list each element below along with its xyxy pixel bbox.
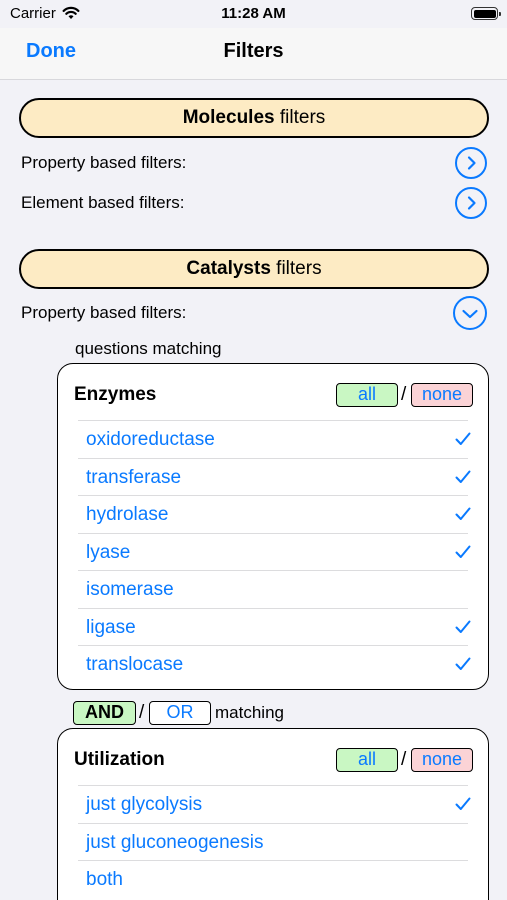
filters-content: Molecules filters Property based filters… <box>0 81 507 900</box>
enzymes-option-label: oxidoreductase <box>86 429 215 450</box>
checkmark-icon <box>455 620 471 633</box>
utilization-option-list: just glycolysis just gluconeogenesis both <box>78 785 471 898</box>
checkmark-icon <box>455 797 471 810</box>
enzymes-title: Enzymes <box>74 384 157 405</box>
utilization-option-label: just gluconeogenesis <box>86 831 264 853</box>
checkmark-icon <box>455 432 471 445</box>
utilization-option-row[interactable]: just glycolysis <box>78 785 471 823</box>
molecules-header-bold: Molecules <box>182 107 275 128</box>
catalysts-property-collapse-button[interactable] <box>453 296 487 330</box>
enzymes-slash: / <box>401 384 407 405</box>
or-button[interactable]: OR <box>149 701 211 725</box>
checkmark-icon <box>455 545 471 558</box>
molecules-element-filters-row[interactable]: Element based filters: <box>20 187 490 219</box>
catalysts-property-filters-row[interactable]: Property based filters: <box>20 296 490 330</box>
checkmark-icon <box>455 507 471 520</box>
enzymes-option-row[interactable]: lyase <box>78 532 471 571</box>
checkmark-icon <box>455 657 471 670</box>
utilization-option-label: just glycolysis <box>86 794 203 815</box>
catalysts-filters-header: Catalysts filters <box>19 249 489 289</box>
utilization-title: Utilization <box>74 749 165 770</box>
enzymes-option-row[interactable]: transferase <box>78 457 471 496</box>
enzymes-option-label: isomerase <box>86 579 174 600</box>
enzymes-option-list: oxidoreductase transferase hydrolase lyase i… <box>78 420 471 683</box>
battery-icon <box>471 7 501 20</box>
utilization-option-row[interactable]: just gluconeogenesis <box>78 822 468 861</box>
chevron-right-icon <box>467 196 476 210</box>
molecules-element-expand-button[interactable] <box>455 187 487 219</box>
utilization-slash: / <box>401 749 407 770</box>
chevron-down-icon <box>462 309 478 319</box>
catalysts-header-bold: Catalysts <box>186 258 271 279</box>
clock-label: 11:28 AM <box>221 5 286 22</box>
checkmark-icon <box>455 470 471 483</box>
page-title: Filters <box>223 40 284 62</box>
enzymes-filter-group: Enzymes all / none oxidoreductase transfe… <box>57 363 489 690</box>
molecules-element-label: Element based filters: <box>21 193 185 212</box>
enzymes-option-label: hydrolase <box>86 504 169 525</box>
chevron-right-icon <box>467 156 476 170</box>
catalysts-property-label: Property based filters: <box>21 303 187 322</box>
enzymes-option-row[interactable]: oxidoreductase <box>78 420 471 458</box>
questions-matching-label: questions matching <box>75 339 222 358</box>
molecules-property-label: Property based filters: <box>21 153 187 172</box>
molecules-property-expand-button[interactable] <box>455 147 487 179</box>
utilization-option-label: both <box>86 869 123 890</box>
enzymes-option-row[interactable]: ligase <box>78 607 471 646</box>
utilization-option-row[interactable]: both <box>78 860 468 898</box>
combinator-slash: / <box>139 702 145 723</box>
enzymes-option-label: translocase <box>86 654 184 675</box>
molecules-filters-header: Molecules filters <box>19 98 489 138</box>
enzymes-option-row[interactable]: hydrolase <box>78 495 471 533</box>
status-bar: Carrier 11:28 AM <box>0 0 507 28</box>
and-button[interactable]: AND <box>73 701 136 725</box>
utilization-select-none-button[interactable]: none <box>411 748 473 772</box>
enzymes-select-none-button[interactable]: none <box>411 383 473 407</box>
catalysts-header-suffix: filters <box>270 258 322 279</box>
enzymes-option-row[interactable]: isomerase <box>78 570 468 608</box>
molecules-property-filters-row[interactable]: Property based filters: <box>20 147 490 179</box>
molecules-header-suffix: filters <box>274 107 326 128</box>
utilization-filter-group: Utilization all / none just glycolysis ju… <box>57 728 489 900</box>
navigation-bar: Done Filters <box>0 28 507 80</box>
enzymes-option-label: transferase <box>86 466 182 488</box>
enzymes-option-label: lyase <box>86 541 131 563</box>
combinator-matching-label: matching <box>215 703 284 722</box>
enzymes-option-label: ligase <box>86 616 136 638</box>
enzymes-select-all-button[interactable]: all <box>336 383 398 407</box>
enzymes-option-row[interactable]: translocase <box>78 645 471 683</box>
utilization-select-all-button[interactable]: all <box>336 748 398 772</box>
